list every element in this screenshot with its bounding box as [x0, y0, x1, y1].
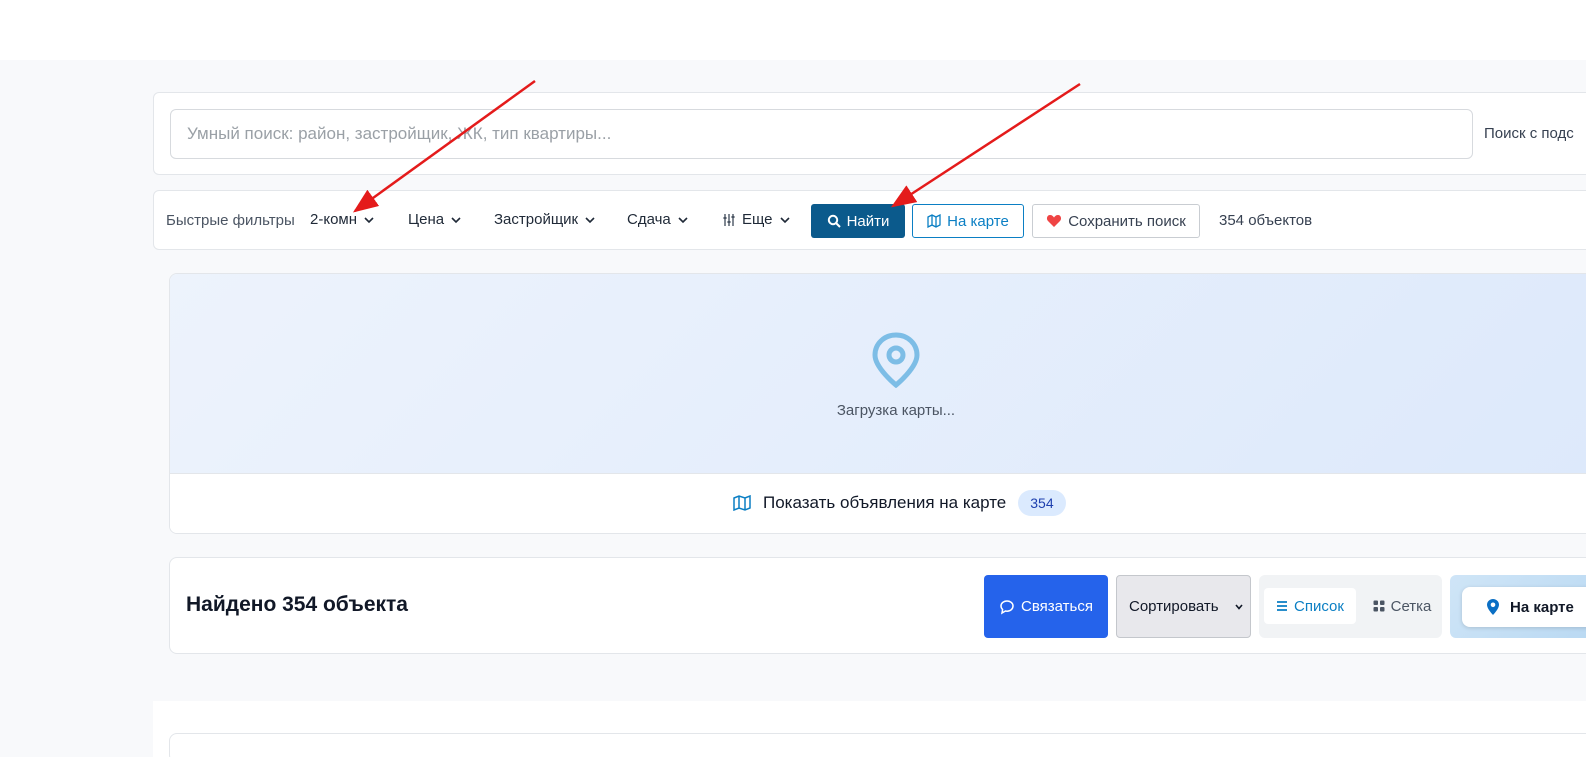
chevron-down-icon: [364, 216, 374, 223]
heart-icon: [1047, 215, 1062, 227]
smart-search-input[interactable]: [170, 109, 1473, 159]
mini-map-button[interactable]: На карте: [1462, 587, 1586, 627]
find-button[interactable]: Найти: [811, 204, 905, 238]
top-header: [0, 0, 1586, 60]
results-found-title: Найдено 354 объекта: [186, 593, 408, 616]
more-filters-label: Еще: [742, 211, 773, 228]
save-search-label: Сохранить поиск: [1068, 212, 1186, 230]
map-icon: [733, 495, 751, 511]
view-grid-label: Сетка: [1390, 597, 1432, 615]
sliders-icon: [723, 213, 735, 226]
chat-icon: [1000, 599, 1014, 614]
mini-map-label: На карте: [1510, 598, 1574, 616]
show-on-map-label: Показать объявления на карте: [763, 493, 1007, 512]
results-header-card: Найдено 354 объекта Связаться Сортироват…: [169, 557, 1586, 654]
view-grid-button[interactable]: Сетка: [1367, 588, 1437, 624]
location-icon: [1487, 599, 1499, 615]
chevron-down-icon: [678, 216, 688, 223]
rooms-filter-dropdown[interactable]: 2-комн: [310, 211, 375, 228]
quick-filters-bar: Быстрые фильтры 2-комн Цена Застройщик С…: [153, 190, 1586, 250]
map-footer: Показать объявления на карте 354: [170, 473, 1586, 533]
chevron-down-icon: [451, 216, 461, 223]
map-loading-text: Загрузка карты...: [836, 402, 956, 419]
chevron-down-icon: [779, 216, 790, 223]
quick-filters-label: Быстрые фильтры: [166, 212, 295, 229]
listing-card: [169, 733, 1586, 757]
map-view-label: На карте: [947, 212, 1009, 230]
price-filter-dropdown[interactable]: Цена: [408, 211, 462, 228]
map-icon: [927, 214, 941, 228]
list-icon: [1277, 601, 1288, 611]
sort-select[interactable]: Сортировать: [1116, 575, 1251, 638]
completion-filter-dropdown[interactable]: Сдача: [627, 211, 689, 228]
view-list-button[interactable]: Список: [1264, 588, 1356, 624]
save-search-button[interactable]: Сохранить поиск: [1032, 204, 1200, 238]
search-sub-label[interactable]: Поиск с подс: [1484, 125, 1574, 142]
show-on-map-link[interactable]: Показать объявления на карте 354: [733, 490, 1066, 516]
count-badge: 354: [1018, 490, 1066, 516]
mini-map-preview[interactable]: На карте: [1450, 575, 1586, 638]
chevron-down-icon: [585, 216, 595, 223]
contact-button-label: Связаться: [1021, 598, 1093, 615]
results-count: 354 объектов: [1219, 212, 1313, 229]
view-list-label: Список: [1294, 597, 1344, 615]
view-toggle: Список Сетка: [1259, 575, 1442, 638]
map-preview-card: Загрузка карты... Показать объявления на…: [169, 273, 1586, 534]
price-filter-label: Цена: [408, 211, 445, 228]
rooms-filter-label: 2-комн: [310, 211, 358, 228]
sort-select-value: Сортировать: [1129, 598, 1219, 615]
find-button-label: Найти: [846, 212, 890, 230]
grid-icon: [1373, 600, 1385, 612]
chevron-down-icon: [1235, 604, 1243, 610]
search-card: Поиск с подс: [153, 92, 1586, 175]
map-pin-icon: [872, 332, 920, 388]
developer-filter-label: Застройщик: [494, 211, 579, 228]
completion-filter-label: Сдача: [627, 211, 671, 228]
map-area[interactable]: Загрузка карты...: [170, 274, 1586, 473]
developer-filter-dropdown[interactable]: Застройщик: [494, 211, 596, 228]
more-filters-dropdown[interactable]: Еще: [722, 211, 791, 228]
search-icon: [827, 214, 841, 228]
map-view-button[interactable]: На карте: [912, 204, 1024, 238]
contact-button[interactable]: Связаться: [984, 575, 1108, 638]
